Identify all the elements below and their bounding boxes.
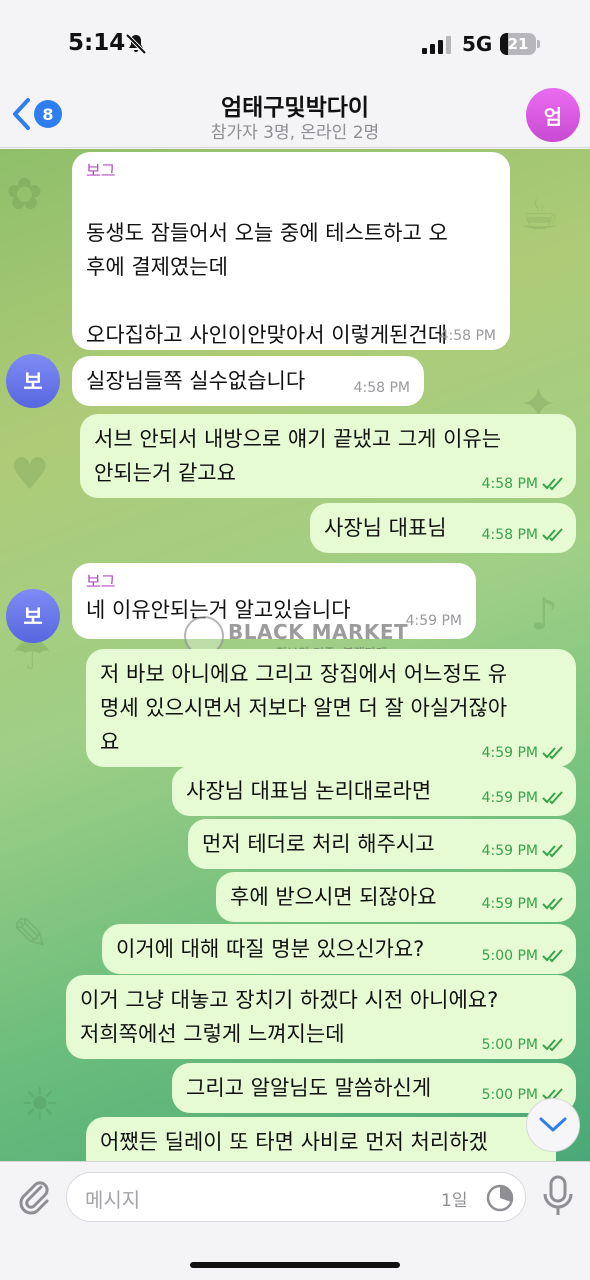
- home-indicator: [190, 1262, 400, 1268]
- sender-avatar[interactable]: 보: [6, 589, 60, 643]
- message-list[interactable]: ✿ ☕ ♥ ✦ ☂ ✎ ♪ ☀ 보그 동생도 잠들어서 오늘 중에 테스트하고 …: [0, 149, 590, 1161]
- message-bubble[interactable]: 후에 받으시면 되잖아요 4:59 PM: [216, 872, 576, 922]
- wallpaper-doodle-icon: ☀: [20, 1079, 60, 1130]
- composer-bar: 메시지 1일: [0, 1161, 590, 1280]
- double-check-icon: [542, 528, 563, 542]
- message-text: 먼저 테더로 처리 해주시고: [202, 832, 435, 856]
- message-text: 이거에 대해 따질 명분 있으신가요?: [116, 937, 425, 961]
- message-time: 5:00 PM: [481, 1037, 538, 1053]
- double-check-icon: [542, 791, 563, 805]
- battery-level: 21: [507, 35, 529, 53]
- message-bubble[interactable]: 보그 동생도 잠들어서 오늘 중에 테스트하고 오 후에 결제였는데 오다집하고…: [72, 152, 510, 350]
- message-bubble[interactable]: 이거 그냥 대놓고 장치기 하겠다 시전 아니에요? 저희쪽에선 그렇게 느껴지…: [66, 975, 576, 1059]
- message-status: 4:59 PM: [482, 896, 564, 912]
- bell-slash-icon: [125, 33, 147, 55]
- group-avatar[interactable]: 엄: [526, 88, 580, 142]
- message-time: 4:58 PM: [481, 527, 538, 543]
- message-time: 4:59 PM: [405, 613, 462, 629]
- message-bubble[interactable]: 이거에 대해 따질 명분 있으신가요? 5:00 PM: [102, 924, 576, 974]
- message-time: 5:00 PM: [481, 948, 538, 964]
- message-bubble[interactable]: 저 바보 아니에요 그리고 장집에서 어느정도 유 명세 있으시면서 저보다 알…: [86, 649, 576, 767]
- message-status: 5:00 PM: [482, 948, 564, 964]
- message-status: 4:59 PM: [482, 843, 564, 859]
- message-placeholder: 메시지: [85, 1188, 141, 1212]
- message-input[interactable]: 메시지 1일: [66, 1172, 526, 1222]
- message-time: 5:00 PM: [481, 1087, 538, 1103]
- message-time: 4:58 PM: [481, 476, 538, 492]
- sender-avatar[interactable]: 보: [6, 354, 60, 408]
- status-time: 5:14: [68, 30, 126, 56]
- message-text: 저 바보 아니에요 그리고 장집에서 어느정도 유 명세 있으시면서 저보다 알…: [100, 662, 508, 754]
- double-check-icon: [542, 897, 563, 911]
- watermark-title: BLACK MARKET: [228, 620, 409, 644]
- timer-label[interactable]: 1일: [441, 1186, 467, 1211]
- signal-icon: [422, 36, 451, 54]
- message-text: 어쨌든 딜레이 또 타면 사비로 먼저 처리하겠: [100, 1130, 488, 1154]
- chat-subtitle: 참가자 3명, 온라인 2명: [210, 123, 380, 143]
- message-time: 4:58 PM: [353, 380, 410, 396]
- message-bubble[interactable]: 사장님 대표님 4:58 PM: [310, 503, 576, 553]
- scroll-down-button[interactable]: [526, 1098, 580, 1152]
- message-bubble[interactable]: 서브 안되서 내방으로 얘기 끝냈고 그게 이유는 안되는거 같고요 4:58 …: [80, 414, 576, 498]
- wallpaper-doodle-icon: ♪: [530, 589, 559, 640]
- message-text: 동생도 잠들어서 오늘 중에 테스트하고 오 후에 결제였는데 오다집하고 사인…: [86, 182, 496, 352]
- message-time: 4:59 PM: [481, 843, 538, 859]
- message-text: 사장님 대표님 논리대로라면: [186, 779, 432, 803]
- message-time: 4:58 PM: [439, 328, 496, 344]
- microphone-icon[interactable]: [538, 1174, 578, 1218]
- message-text: 그리고 알알님도 말씀하신게: [186, 1076, 432, 1100]
- message-status: 4:59 PM: [482, 790, 564, 806]
- double-check-icon: [542, 1038, 563, 1052]
- chevron-down-icon: [539, 1117, 567, 1132]
- message-status: 4:58 PM: [482, 476, 564, 492]
- message-status: 5:00 PM: [482, 1037, 564, 1053]
- battery-indicator: 21: [500, 33, 540, 55]
- message-time: 4:59 PM: [481, 896, 538, 912]
- wallpaper-doodle-icon: ✿: [6, 169, 43, 220]
- chat-title[interactable]: 엄태구및박다이: [0, 88, 590, 122]
- message-bubble[interactable]: 그리고 알알님도 말씀하신게 5:00 PM: [172, 1063, 576, 1113]
- double-check-icon: [542, 746, 563, 760]
- message-bubble[interactable]: 먼저 테더로 처리 해주시고 4:59 PM: [188, 819, 576, 869]
- message-bubble[interactable]: 사장님 대표님 논리대로라면 4:59 PM: [172, 766, 576, 816]
- message-text-line: 동생도 잠들어서 오늘 중에 테스트하고 오 후에 결제였는데 오다집하고 사인…: [86, 221, 448, 347]
- timer-icon[interactable]: [485, 1183, 515, 1213]
- double-check-icon: [542, 844, 563, 858]
- sender-name[interactable]: 보그: [86, 571, 462, 593]
- wallpaper-doodle-icon: ☕: [520, 189, 560, 240]
- message-bubble[interactable]: 어쨌든 딜레이 또 타면 사비로 먼저 처리하겠: [86, 1117, 556, 1161]
- message-text: 실장님들쪽 실수없습니다: [86, 369, 306, 393]
- message-status: 4:59 PM: [482, 745, 564, 761]
- chat-header: 5:14 5G 21 8 엄태구및박다이 참가자 3명, 온라인 2명 엄: [0, 0, 590, 148]
- message-text: 후에 받으시면 되잖아요: [230, 885, 437, 909]
- message-text: 사장님 대표님: [324, 516, 447, 540]
- wallpaper-doodle-icon: ✎: [12, 909, 49, 960]
- double-check-icon: [542, 949, 563, 963]
- message-time: 4:59 PM: [481, 790, 538, 806]
- network-label: 5G: [462, 32, 493, 56]
- message-status: 4:58 PM: [482, 527, 564, 543]
- double-check-icon: [542, 477, 563, 491]
- message-bubble[interactable]: 실장님들쪽 실수없습니다 4:58 PM: [72, 356, 424, 406]
- paperclip-icon[interactable]: [14, 1176, 54, 1216]
- sender-name[interactable]: 보그: [86, 160, 496, 182]
- wallpaper-doodle-icon: ♥: [10, 449, 50, 500]
- message-time: 4:59 PM: [481, 745, 538, 761]
